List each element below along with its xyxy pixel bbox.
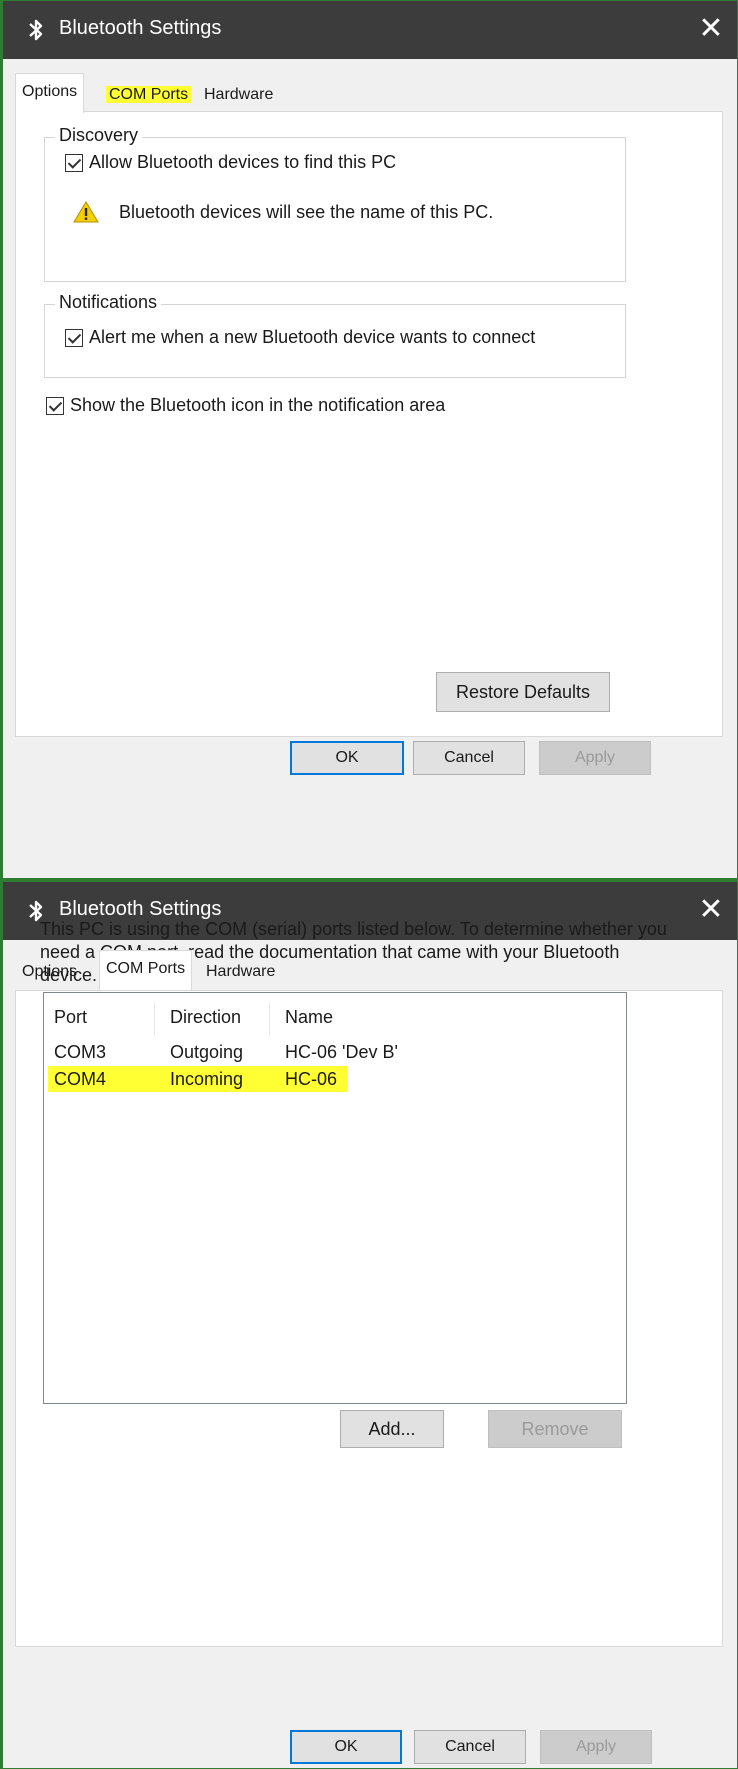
- tab-strip: Options COM Ports Hardware: [15, 73, 715, 113]
- checkbox-checked-icon: [65, 153, 83, 172]
- apply-button: Apply: [540, 1730, 652, 1764]
- tab-com-ports[interactable]: COM Ports: [99, 79, 198, 109]
- tab-panel-options: Discovery Allow Bluetooth devices to fin…: [15, 111, 723, 737]
- column-header-direction[interactable]: Direction: [170, 1007, 241, 1028]
- column-header-name[interactable]: Name: [285, 1007, 333, 1028]
- tab-com-ports[interactable]: COM Ports: [99, 950, 193, 990]
- port-cell: COM4: [54, 1069, 107, 1089]
- com-ports-list[interactable]: Port Direction Name COM3 Outgoing HC-06 …: [43, 992, 627, 1404]
- title-bar: Bluetooth Settings ✕: [3, 1, 737, 59]
- close-icon[interactable]: ✕: [693, 892, 729, 928]
- port-cell: COM3: [54, 1042, 107, 1062]
- window-title: Bluetooth Settings: [59, 17, 222, 39]
- notifications-group: Notifications Alert me when a new Blueto…: [44, 292, 626, 378]
- tab-label: Hardware: [204, 86, 274, 103]
- cancel-button[interactable]: Cancel: [413, 741, 525, 775]
- alert-new-device-checkbox[interactable]: Alert me when a new Bluetooth device wan…: [65, 327, 535, 348]
- column-header-port[interactable]: Port: [54, 1007, 87, 1028]
- tab-label: COM Ports: [106, 960, 186, 977]
- allow-discovery-label: Allow Bluetooth devices to find this PC: [89, 152, 397, 172]
- tab-hardware[interactable]: Hardware: [197, 79, 280, 109]
- remove-port-button: Remove: [488, 1410, 622, 1448]
- apply-button: Apply: [539, 741, 651, 775]
- allow-discovery-checkbox[interactable]: Allow Bluetooth devices to find this PC: [65, 152, 396, 173]
- notifications-legend: Notifications: [55, 292, 162, 313]
- direction-cell: Incoming: [170, 1069, 244, 1089]
- add-port-button[interactable]: Add...: [340, 1410, 444, 1448]
- tab-label: Options: [22, 83, 78, 100]
- table-row[interactable]: COM4 Incoming HC-06: [44, 1066, 626, 1092]
- direction-cell: Outgoing: [170, 1042, 244, 1062]
- cancel-button[interactable]: Cancel: [414, 1730, 526, 1764]
- bluetooth-settings-dialog-options: Bluetooth Settings ✕ Options COM Ports H…: [0, 0, 738, 878]
- show-tray-icon-label: Show the Bluetooth icon in the notificat…: [70, 395, 446, 415]
- warning-icon: [73, 201, 99, 223]
- alert-new-device-label: Alert me when a new Bluetooth device wan…: [89, 327, 536, 347]
- bluetooth-icon: [29, 19, 43, 41]
- ok-button[interactable]: OK: [290, 741, 404, 775]
- tab-options[interactable]: Options: [15, 73, 85, 113]
- checkbox-checked-icon: [46, 396, 64, 415]
- restore-defaults-button[interactable]: Restore Defaults: [436, 672, 610, 712]
- table-row[interactable]: COM3 Outgoing HC-06 'Dev B': [44, 1039, 626, 1065]
- ok-button[interactable]: OK: [290, 1730, 402, 1764]
- checkbox-checked-icon: [65, 328, 83, 347]
- column-separator: [154, 1003, 155, 1035]
- close-icon[interactable]: ✕: [693, 11, 729, 47]
- warning-text: Bluetooth devices will see the name of t…: [119, 201, 494, 222]
- discovery-legend: Discovery: [55, 125, 143, 146]
- tab-label: COM Ports: [106, 86, 192, 103]
- name-cell: HC-06 'Dev B': [285, 1042, 398, 1062]
- name-cell: HC-06: [285, 1069, 338, 1089]
- show-tray-icon-checkbox[interactable]: Show the Bluetooth icon in the notificat…: [46, 395, 445, 416]
- discovery-warning: Bluetooth devices will see the name of t…: [73, 200, 493, 224]
- discovery-group: Discovery Allow Bluetooth devices to fin…: [44, 125, 626, 282]
- column-separator: [269, 1003, 270, 1035]
